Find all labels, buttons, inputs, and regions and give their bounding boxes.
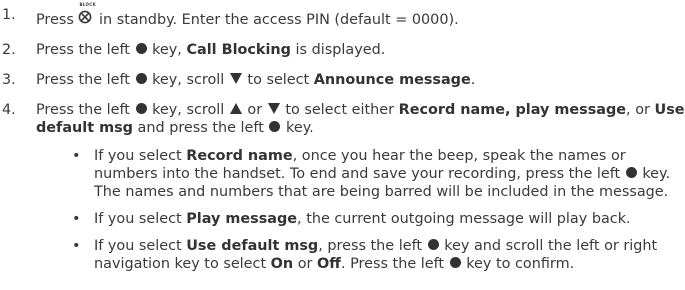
step-text: . <box>470 72 476 88</box>
bullet-text: If you select <box>94 211 182 227</box>
step-text: Press the left <box>36 42 130 58</box>
step-text: key, scroll <box>152 102 225 118</box>
step-text: to select either <box>285 102 395 118</box>
left-key-dot-icon <box>427 237 440 255</box>
bullet-text: , press the left <box>318 238 423 254</box>
step-text: to select <box>247 72 310 88</box>
left-key-dot-icon <box>268 119 281 137</box>
step-2: 2. Press the left key, Call Blocking is … <box>0 41 685 59</box>
option-record-name: Record name <box>186 148 293 164</box>
step-text: key, <box>152 42 182 58</box>
step-text: key, scroll <box>152 72 225 88</box>
step-text: Press the left <box>36 102 130 118</box>
bullet-marker: • <box>72 211 81 227</box>
left-key-dot-icon <box>135 101 148 119</box>
bullet-text: If you select <box>94 238 182 254</box>
bullet-text: or <box>297 256 313 272</box>
step-text: in standby. Enter the access PIN (defaul… <box>99 12 459 28</box>
step-text: and press the left <box>137 120 264 136</box>
bullet-use-default-msg: • If you select Use default msg, press t… <box>36 237 685 273</box>
step-text: , <box>626 102 631 118</box>
block-key-label: BLOCK <box>79 2 96 7</box>
step-number: 3. <box>2 72 16 88</box>
bullet-marker: • <box>72 238 81 254</box>
bullet-play-message: • If you select Play message, the curren… <box>36 210 685 228</box>
option-record-play: Record name, play message <box>398 102 627 118</box>
instruction-page: 1. Press BLOCK in standby. Enter the acc… <box>0 0 685 290</box>
sub-options-list: • If you select Record name, once you he… <box>36 147 685 273</box>
bullet-text: key to confirm. <box>466 256 575 272</box>
step-text: key. <box>286 120 314 136</box>
option-off: Off <box>317 256 341 272</box>
step-text: Press the left <box>36 72 130 88</box>
menu-name-announce-message: Announce message <box>313 72 471 88</box>
steps-list: 1. Press BLOCK in standby. Enter the acc… <box>0 2 685 285</box>
step-3: 3. Press the left key, scroll to select … <box>0 71 685 89</box>
left-key-dot-icon <box>625 165 638 183</box>
step-4: 4. Press the left key, scroll or to sele… <box>0 101 685 273</box>
left-key-dot-icon <box>449 255 462 273</box>
step-text: or <box>635 102 650 118</box>
step-number: 4. <box>2 102 16 118</box>
option-on: On <box>270 256 294 272</box>
step-1: 1. Press BLOCK in standby. Enter the acc… <box>0 2 685 29</box>
up-arrow-icon <box>229 101 243 119</box>
down-arrow-icon <box>267 101 281 119</box>
step-number: 2. <box>2 42 16 58</box>
block-key-icon: BLOCK <box>78 2 96 24</box>
step-text: or <box>247 102 263 118</box>
option-use-default-msg: Use default msg <box>186 238 319 254</box>
menu-name-call-blocking: Call Blocking <box>186 42 291 58</box>
down-arrow-icon <box>229 71 243 89</box>
bullet-text: If you select <box>94 148 182 164</box>
left-key-dot-icon <box>135 41 148 59</box>
option-play-message: Play message <box>186 211 298 227</box>
bullet-record-name: • If you select Record name, once you he… <box>36 147 685 201</box>
step-text: is displayed. <box>295 42 386 58</box>
left-key-dot-icon <box>135 71 148 89</box>
bullet-text: . Press the left <box>340 256 445 272</box>
step-text: Press <box>36 12 74 28</box>
bullet-marker: • <box>72 148 81 164</box>
bullet-text: , the current outgoing message will play… <box>297 211 631 227</box>
step-number: 1. <box>2 7 16 23</box>
